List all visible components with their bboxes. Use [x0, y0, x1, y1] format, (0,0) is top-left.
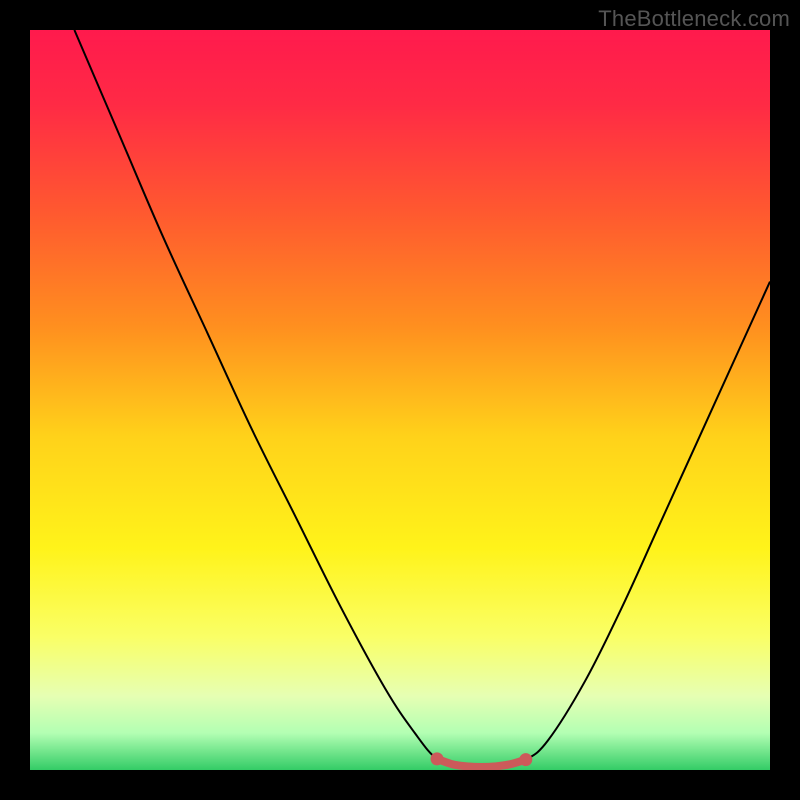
flat-endpoint-dot	[431, 752, 444, 765]
watermark-text: TheBottleneck.com	[598, 6, 790, 32]
chart-svg	[30, 30, 770, 770]
plot-area	[30, 30, 770, 770]
gradient-background	[30, 30, 770, 770]
flat-endpoint-dot	[519, 753, 532, 766]
chart-frame: TheBottleneck.com	[0, 0, 800, 800]
